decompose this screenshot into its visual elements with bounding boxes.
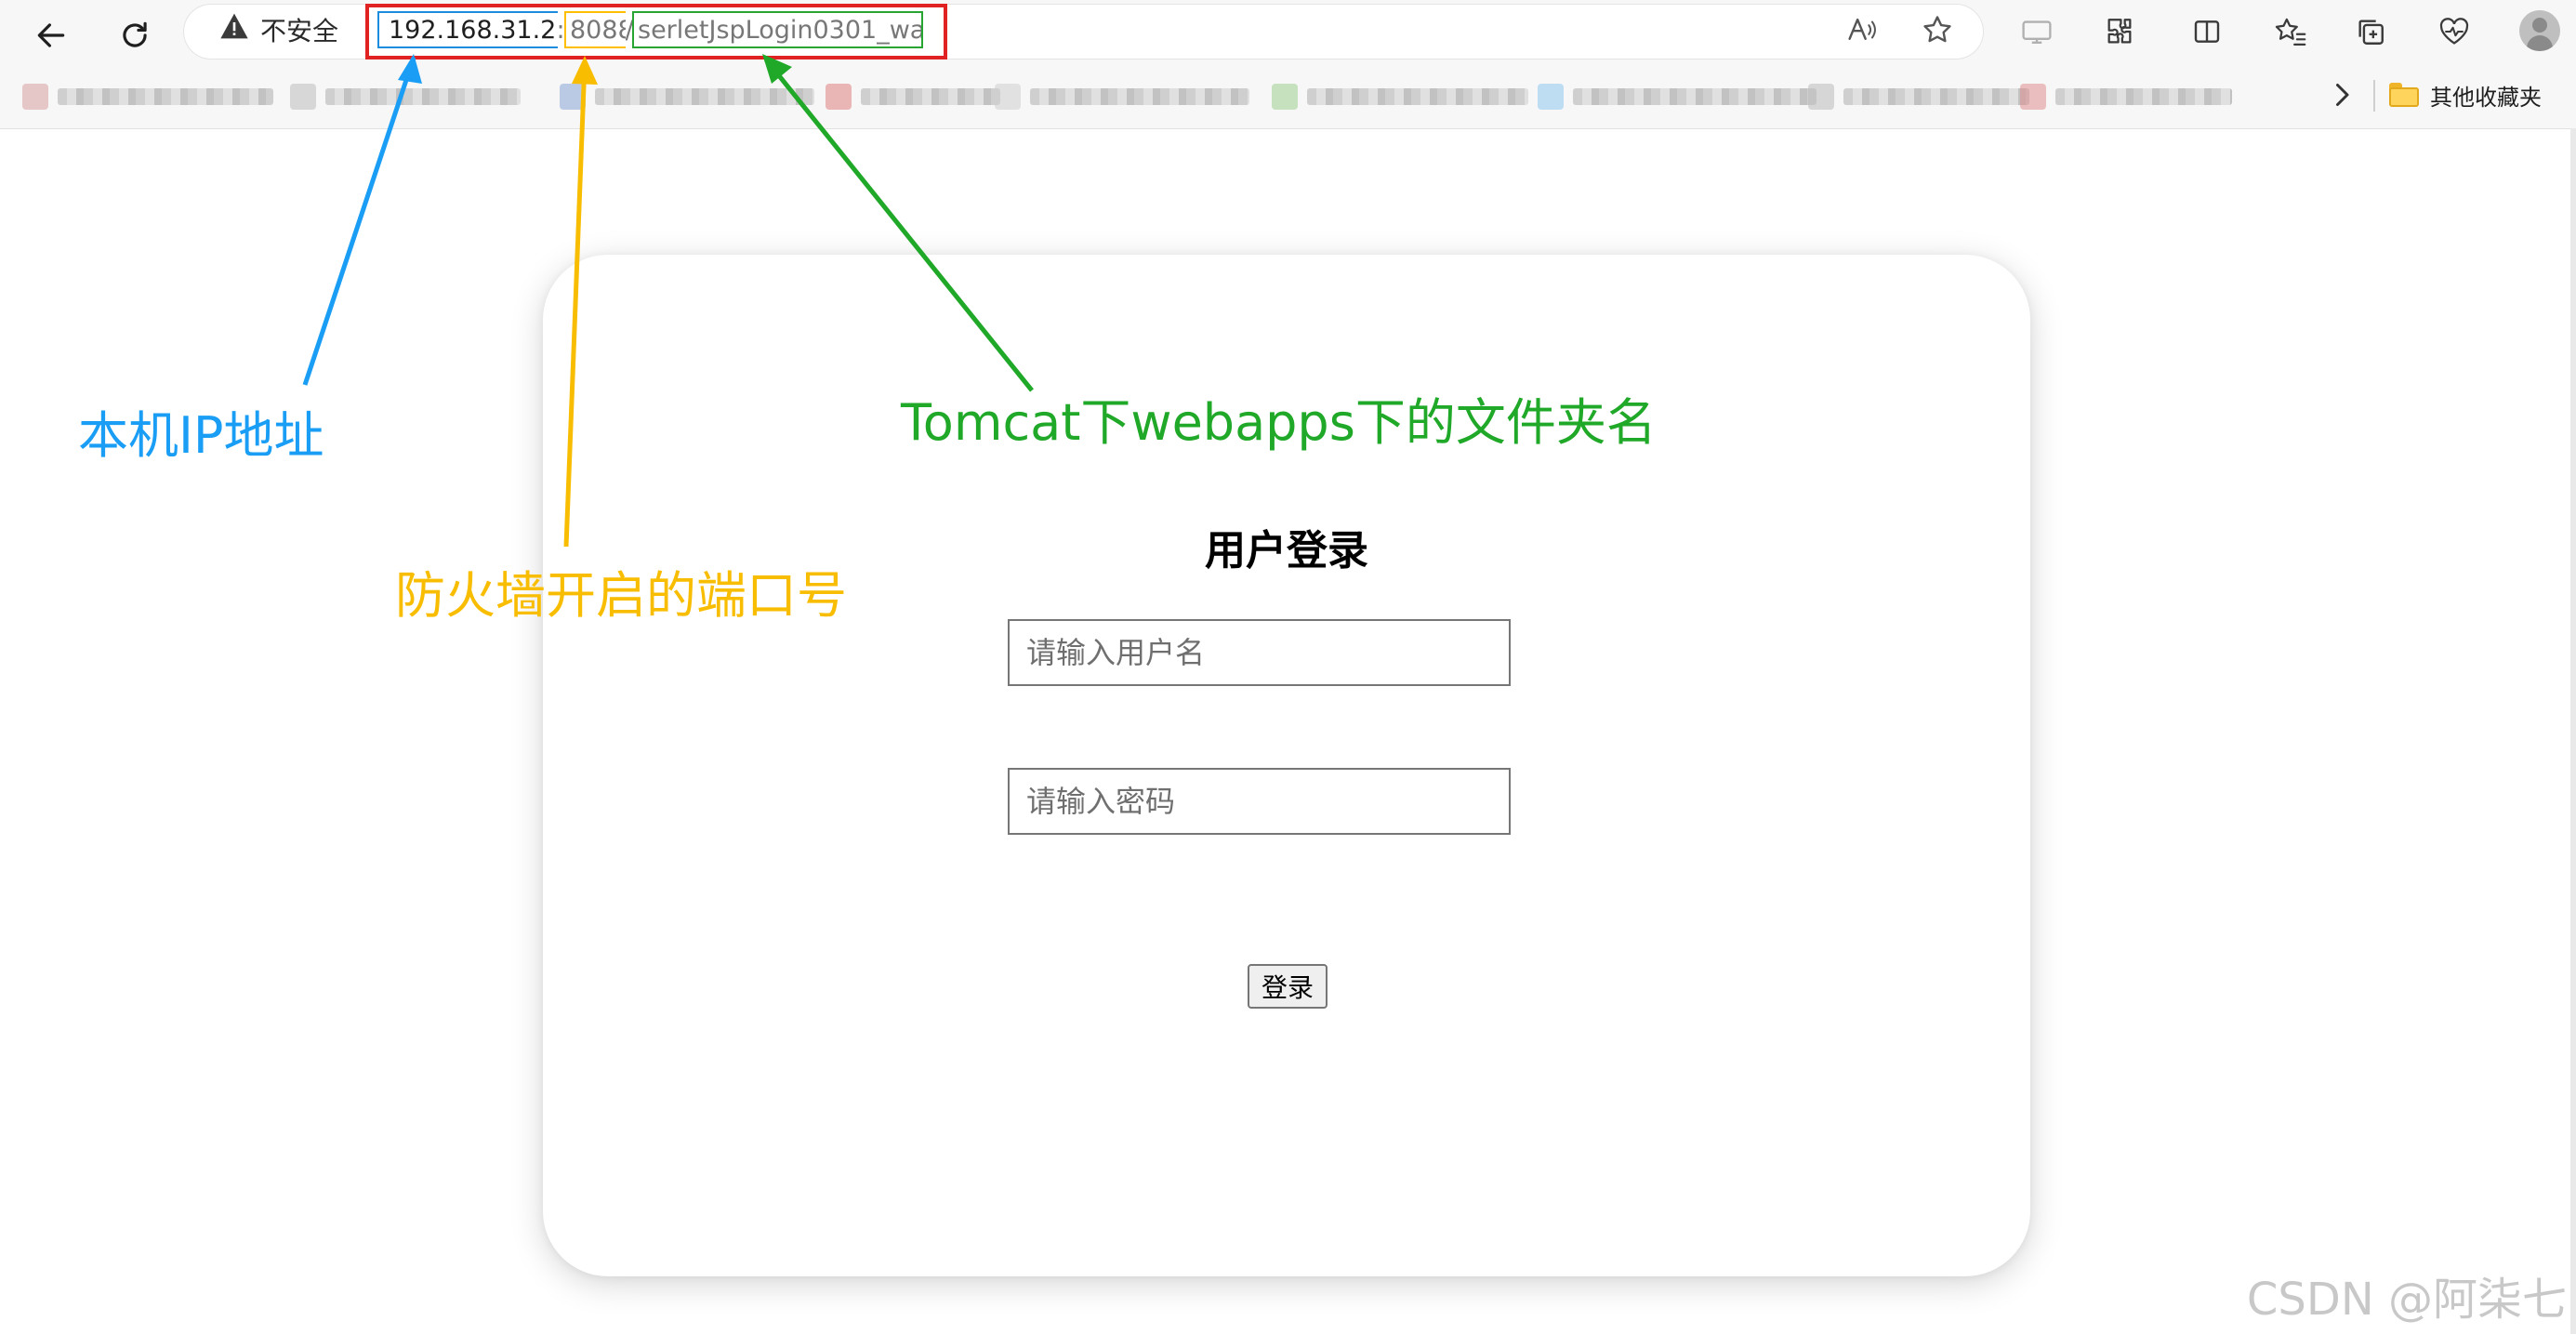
other-bookmarks-label: 其他收藏夹	[2430, 84, 2542, 111]
profile-avatar[interactable]	[2519, 10, 2560, 51]
bookmark-item[interactable]	[1808, 84, 2029, 110]
url-ip-segment[interactable]: 192.168.31.229	[377, 11, 560, 48]
login-button[interactable]: 登录	[1248, 964, 1328, 1009]
folder-annotation: Tomcat下webapps下的文件夹名	[901, 393, 1657, 452]
bookmark-item[interactable]	[826, 84, 1000, 110]
bookmarks-divider	[2373, 80, 2375, 112]
page-scrollbar[interactable]	[2570, 128, 2576, 1334]
url-colon: :	[558, 11, 563, 48]
bookmark-item[interactable]	[290, 84, 521, 110]
url-path-segment[interactable]: serletJspLogin0301_war/	[632, 11, 923, 48]
password-input[interactable]	[1008, 768, 1511, 835]
login-title: 用户登录	[1205, 527, 1368, 575]
collections-icon[interactable]	[2345, 11, 2397, 52]
folder-icon	[2389, 83, 2419, 107]
bookmark-item[interactable]	[1538, 84, 1816, 110]
ip-annotation: 本机IP地址	[78, 406, 324, 465]
split-view-icon[interactable]	[2181, 11, 2233, 52]
reload-icon[interactable]	[109, 9, 161, 61]
security-label: 不安全	[260, 16, 339, 46]
back-arrow-icon[interactable]	[25, 9, 77, 61]
warning-icon	[219, 12, 249, 47]
username-input[interactable]	[1008, 619, 1511, 686]
extensions-icon[interactable]	[2094, 11, 2146, 52]
star-icon[interactable]	[1916, 11, 1959, 48]
read-aloud-icon[interactable]	[1841, 11, 1883, 48]
chevron-right-icon[interactable]	[2325, 76, 2358, 113]
bookmark-item[interactable]	[2020, 84, 2232, 110]
bookmarks-bar	[0, 71, 2576, 123]
bookmark-item[interactable]	[22, 84, 273, 110]
browser-essentials-icon[interactable]	[2428, 11, 2480, 52]
bookmark-item[interactable]	[1272, 84, 1528, 110]
bookmark-item[interactable]	[560, 84, 814, 110]
security-indicator[interactable]: 不安全	[219, 11, 338, 48]
other-bookmarks-folder[interactable]: 其他收藏夹	[2389, 74, 2542, 115]
favorites-icon[interactable]	[2265, 11, 2317, 52]
port-annotation: 防火墙开启的端口号	[395, 566, 847, 625]
split-screen-icon[interactable]	[2011, 11, 2063, 52]
bookmark-item[interactable]	[995, 84, 1249, 110]
watermark: CSDN @阿柒七	[2246, 1274, 2567, 1326]
url-port-segment[interactable]: 8088	[564, 11, 627, 48]
